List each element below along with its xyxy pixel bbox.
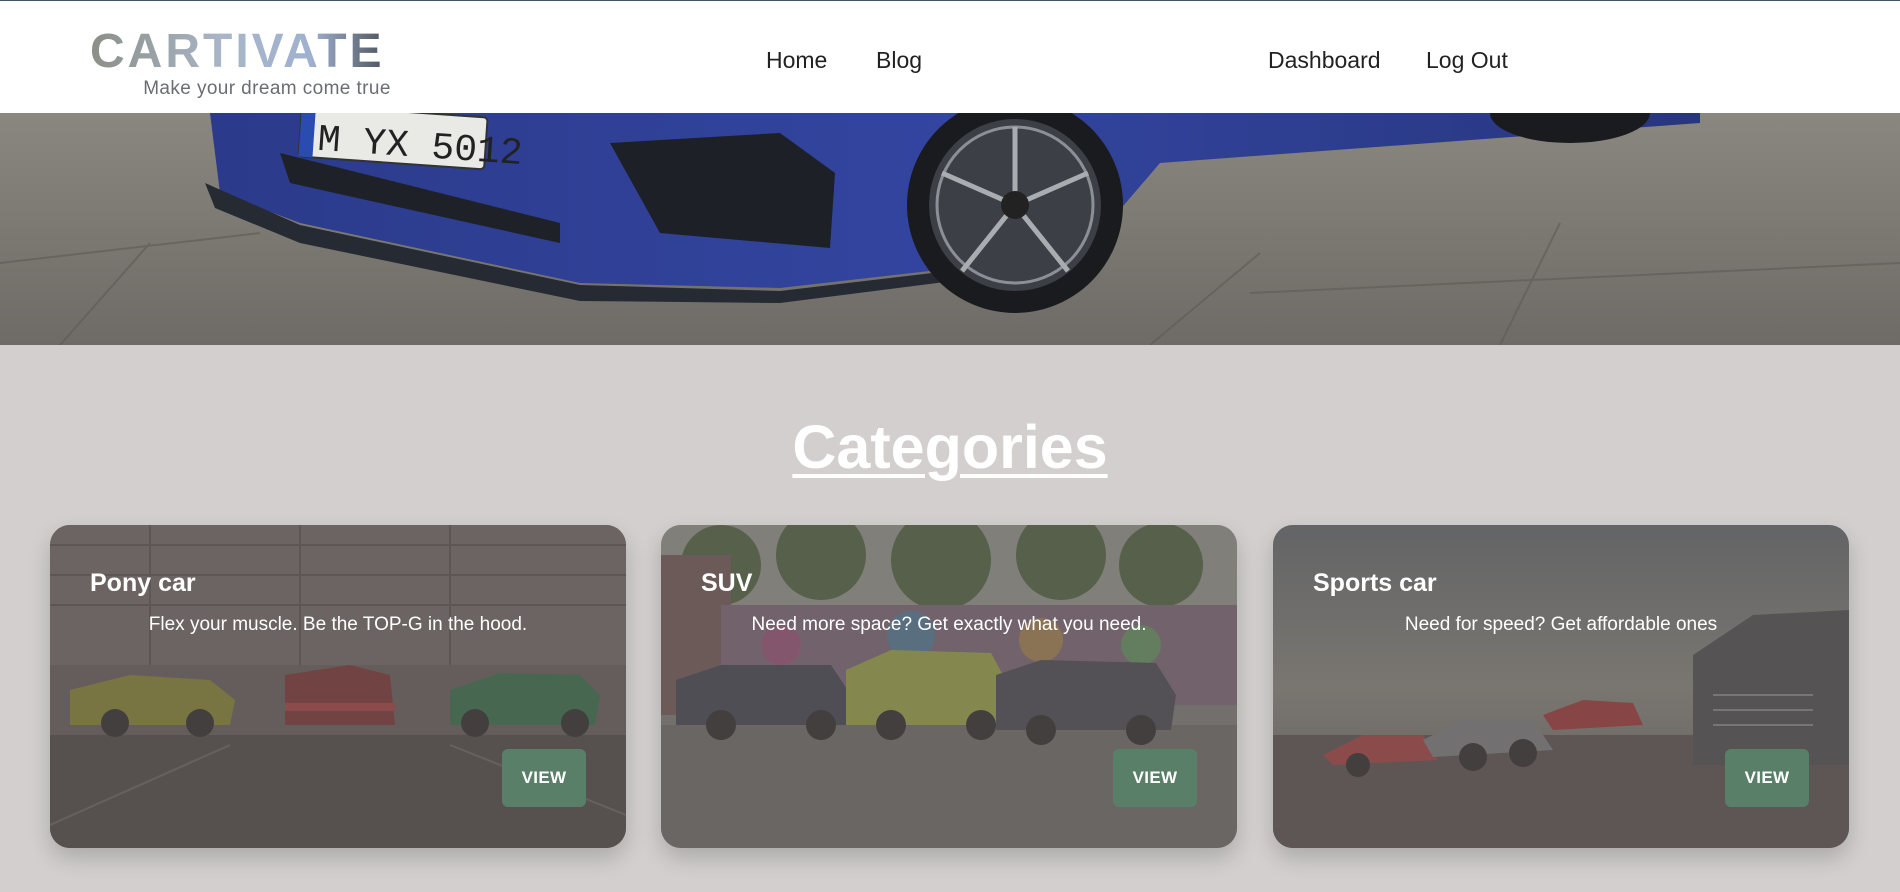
card-description: Need more space? Get exactly what you ne…	[751, 614, 1147, 635]
nav-home[interactable]: Home	[766, 47, 827, 74]
card-description: Need for speed? Get affordable ones	[1404, 614, 1718, 635]
view-sports-car-button[interactable]: VIEW	[1725, 749, 1809, 807]
category-card-suv: SUV Need more space? Get exactly what yo…	[661, 525, 1237, 848]
category-card-pony-car: Pony car Flex your muscle. Be the TOP-G …	[50, 525, 626, 848]
tagline: Make your dream come true	[143, 78, 391, 99]
card-description: Flex your muscle. Be the TOP-G in the ho…	[148, 614, 528, 635]
category-card-sports-car: Sports car Need for speed? Get affordabl…	[1273, 525, 1849, 848]
card-title: SUV	[701, 569, 753, 597]
nav-logout[interactable]: Log Out	[1426, 47, 1508, 74]
nav-dashboard[interactable]: Dashboard	[1268, 47, 1381, 74]
categories-heading: Categories	[792, 413, 1108, 481]
cartivate-logo[interactable]: CARTIVATE Make your dream come true	[90, 29, 425, 99]
nav-blog[interactable]: Blog	[876, 47, 922, 74]
card-title: Pony car	[90, 569, 196, 597]
logo-wordmark: CARTIVATE	[90, 29, 385, 71]
card-title: Sports car	[1313, 569, 1437, 597]
hero-banner: M YX 5012	[0, 113, 1900, 345]
view-pony-car-button[interactable]: VIEW	[502, 749, 586, 807]
view-suv-button[interactable]: VIEW	[1113, 749, 1197, 807]
site-header: CARTIVATE Make your dream come true Home…	[0, 0, 1900, 113]
hero-car-image: M YX 5012	[0, 113, 1900, 345]
